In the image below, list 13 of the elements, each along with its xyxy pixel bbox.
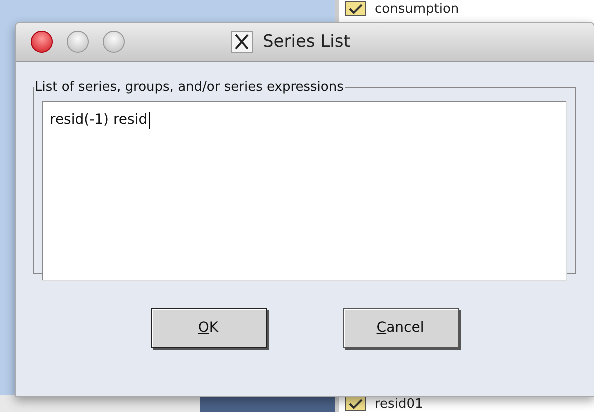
series-icon (345, 1, 367, 17)
minimize-icon[interactable] (67, 31, 89, 53)
series-icon (345, 396, 367, 412)
series-input-field[interactable]: resid(-1) resid (42, 101, 567, 281)
zoom-icon[interactable] (103, 31, 125, 53)
group-label: List of series, groups, and/or series expressions (34, 80, 345, 95)
series-name[interactable]: consumption (375, 2, 460, 16)
ok-button[interactable]: OK (150, 308, 266, 348)
app-icon (231, 31, 253, 53)
window-title: Series List (263, 32, 350, 52)
series-name[interactable]: resid01 (375, 396, 424, 412)
close-icon[interactable] (31, 31, 53, 53)
cancel-button[interactable]: Cancel (342, 308, 458, 348)
